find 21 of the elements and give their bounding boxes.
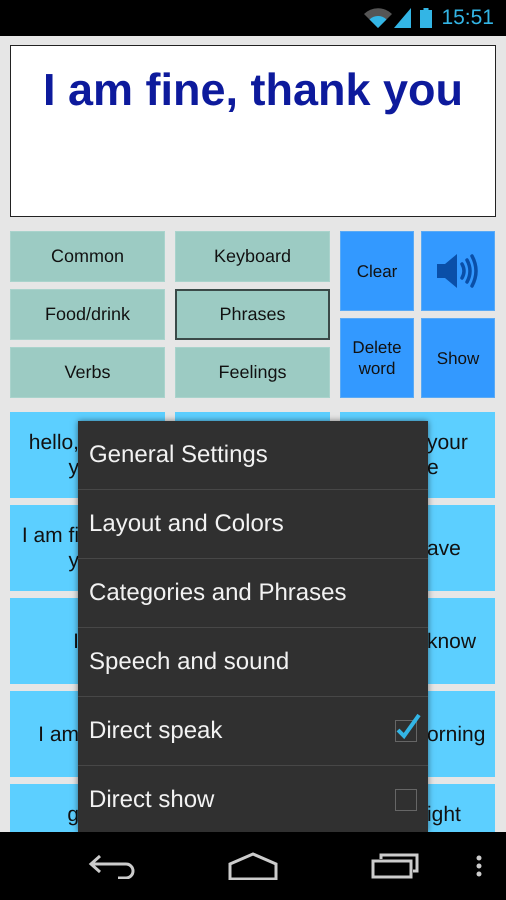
display-text: I am fine, thank you xyxy=(42,64,464,116)
phrase-text: I xyxy=(73,628,79,654)
phrase-text: e xyxy=(427,455,439,480)
menu-item-label: Layout and Colors xyxy=(89,510,284,538)
phrase-text: y xyxy=(68,548,79,573)
phrase-text: ave xyxy=(427,536,461,560)
clock-time: 15:51 xyxy=(441,6,494,30)
phrase-text: orning xyxy=(427,722,486,746)
phrase-text: hello, xyxy=(28,430,79,455)
phrase-text: y xyxy=(68,455,79,480)
phrase-text: ight xyxy=(427,802,461,827)
phrase-text: your xyxy=(427,430,468,455)
menu-item-label: Direct show xyxy=(89,786,214,814)
menu-item-label: Categories and Phrases xyxy=(89,579,346,607)
menu-item-label: Direct speak xyxy=(89,717,222,745)
phrase-text: know xyxy=(427,628,476,654)
menu-item-label: General Settings xyxy=(89,441,268,469)
phrase-text: g xyxy=(67,802,79,827)
phrase-text: I am fi xyxy=(22,523,79,548)
menu-item-label: Speech and sound xyxy=(89,648,290,676)
phrase-text: I am xyxy=(38,722,79,746)
